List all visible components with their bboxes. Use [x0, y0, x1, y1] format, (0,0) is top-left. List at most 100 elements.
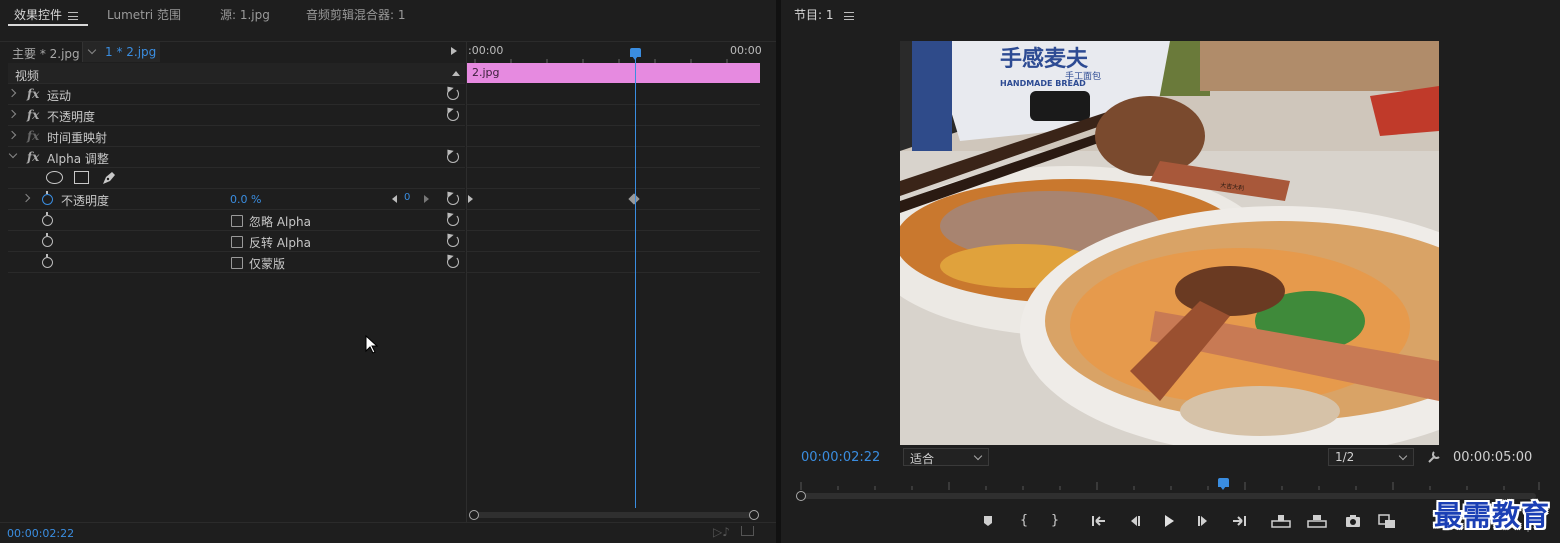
reset-icon[interactable] — [447, 214, 459, 226]
next-keyframe-icon[interactable] — [424, 195, 429, 203]
chevron-down-icon — [87, 45, 97, 55]
invert-alpha-row: 反转 Alpha — [8, 231, 465, 252]
reset-icon[interactable] — [447, 256, 459, 268]
fx-icon[interactable]: fx — [27, 150, 39, 164]
invert-alpha-checkbox[interactable] — [231, 236, 243, 248]
timeline-zoom-scrollbar[interactable] — [474, 512, 754, 518]
timeline-row — [467, 126, 760, 147]
active-tab-underline — [8, 24, 88, 26]
program-zoom-scrollbar[interactable] — [801, 493, 1536, 499]
chevron-down-icon[interactable] — [8, 149, 18, 159]
reset-icon[interactable] — [447, 235, 459, 247]
comparison-view-icon[interactable] — [1378, 513, 1396, 529]
master-clip-label[interactable]: 主要 * 2.jpg — [12, 45, 80, 62]
export-icon[interactable] — [741, 526, 754, 536]
effect-label: 时间重映射 — [47, 131, 108, 145]
extract-icon[interactable] — [1307, 513, 1327, 529]
go-to-out-icon[interactable] — [1231, 514, 1247, 528]
program-monitor-panel: 节目: 1 手感麦夫 HANDMADE BREAD 手工面包 大吉大利 00:0… — [781, 0, 1560, 543]
fx-icon: fx — [27, 129, 40, 143]
prev-keyframe-icon[interactable] — [392, 195, 397, 203]
chevron-right-icon[interactable] — [7, 130, 17, 140]
fx-icon[interactable]: fx — [27, 87, 39, 101]
ignore-alpha-checkbox[interactable] — [231, 215, 243, 227]
timeline-row — [467, 210, 760, 231]
checkbox-label: 仅蒙版 — [249, 257, 286, 271]
current-time-readout[interactable]: 00:00:02:22 — [7, 527, 74, 540]
effect-row-time-remap[interactable]: fx 时间重映射 — [7, 126, 465, 147]
program-video-frame[interactable]: 手感麦夫 HANDMADE BREAD 手工面包 大吉大利 — [900, 41, 1439, 445]
go-to-in-icon[interactable] — [1091, 514, 1107, 528]
ellipse-mask-icon[interactable] — [46, 171, 63, 184]
panel-menu-icon[interactable] — [843, 11, 854, 20]
program-current-time[interactable]: 00:00:02:22 — [801, 450, 880, 465]
alpha-opacity-row[interactable]: 不透明度 0.0 % 0 — [8, 189, 465, 210]
stopwatch-icon[interactable] — [42, 233, 53, 247]
zoom-handle-left[interactable] — [796, 491, 806, 501]
program-duration: 00:00:05:00 — [1453, 450, 1533, 465]
opacity-value[interactable]: 0.0 % — [230, 193, 261, 206]
play-icon[interactable] — [1162, 513, 1176, 529]
effect-row-opacity[interactable]: fx 不透明度 — [7, 105, 465, 126]
keyframe-diamond-icon[interactable] — [628, 193, 640, 205]
chevron-right-icon[interactable] — [7, 88, 17, 98]
effect-row-alpha-adjust[interactable]: fx Alpha 调整 — [8, 147, 465, 168]
tab-lumetri-scopes[interactable]: Lumetri 范围 — [107, 6, 181, 23]
image-text-brand: 手感麦夫 — [1000, 46, 1089, 72]
mark-in-icon[interactable]: { — [1015, 513, 1033, 529]
fit-select[interactable]: 适合 — [903, 448, 989, 466]
program-playhead-tip — [1220, 486, 1226, 490]
timeline-row — [467, 252, 760, 273]
property-label: 不透明度 — [61, 194, 110, 208]
playhead-line[interactable] — [635, 58, 636, 508]
checkbox-label: 反转 Alpha — [249, 236, 311, 250]
chevron-right-icon[interactable] — [21, 193, 31, 203]
tab-effect-controls[interactable]: 效果控件 — [14, 6, 79, 23]
reset-icon[interactable] — [447, 88, 459, 100]
reset-icon[interactable] — [447, 151, 459, 163]
step-forward-icon[interactable] — [1197, 514, 1211, 528]
add-marker-icon[interactable] — [981, 514, 995, 528]
clip-bar[interactable]: 2.jpg — [467, 63, 760, 83]
resolution-select[interactable]: 1/2 — [1328, 448, 1414, 466]
timeline-row — [467, 147, 760, 168]
export-frame-icon[interactable] — [1345, 514, 1361, 528]
mouse-cursor-icon — [365, 335, 379, 354]
chevron-right-icon[interactable] — [7, 109, 17, 119]
effect-label: Alpha 调整 — [47, 152, 109, 166]
collapse-up-icon[interactable] — [452, 71, 460, 76]
fit-select-value: 适合 — [910, 452, 935, 466]
fx-icon[interactable]: fx — [27, 108, 39, 122]
audio-scrub-icon[interactable]: ▷♪ — [713, 525, 730, 539]
lift-icon[interactable] — [1271, 513, 1291, 529]
ignore-alpha-row: 忽略 Alpha — [8, 210, 465, 231]
watermark: 最需教育 — [1434, 499, 1551, 532]
pen-mask-icon[interactable] — [100, 169, 118, 187]
zoom-handle-left[interactable] — [469, 510, 479, 520]
zoom-handle-right[interactable] — [749, 510, 759, 520]
program-time-ruler[interactable] — [794, 476, 1544, 492]
timeline-row — [467, 105, 760, 126]
reset-icon[interactable] — [447, 109, 459, 121]
stopwatch-icon[interactable] — [42, 191, 53, 205]
rectangle-mask-icon[interactable] — [74, 171, 89, 184]
tab-audio-clip-mixer[interactable]: 音频剪辑混合器: 1 — [306, 6, 406, 23]
step-back-icon[interactable] — [1127, 514, 1141, 528]
tab-source[interactable]: 源: 1.jpg — [220, 6, 270, 23]
effect-row-motion[interactable]: fx 运动 — [7, 84, 465, 105]
tab-program-monitor[interactable]: 节目: 1 — [794, 6, 854, 23]
mark-out-icon[interactable]: } — [1046, 513, 1064, 529]
sequence-clip-selector[interactable]: 1 * 2.jpg — [82, 42, 160, 62]
wrench-icon[interactable] — [1427, 450, 1441, 464]
timeline-ruler[interactable] — [467, 55, 761, 63]
keyframe-index[interactable]: 0 — [404, 192, 410, 203]
show-timeline-arrow-icon[interactable] — [451, 47, 457, 55]
premiere-window: 效果控件 Lumetri 范围 源: 1.jpg 音频剪辑混合器: 1 主要 *… — [0, 0, 1560, 543]
mask-only-checkbox[interactable] — [231, 257, 243, 269]
timeline-row — [467, 168, 760, 189]
stopwatch-icon[interactable] — [42, 212, 53, 226]
stopwatch-icon[interactable] — [42, 254, 53, 268]
timeline-row — [467, 189, 760, 210]
panel-menu-icon[interactable] — [68, 11, 79, 20]
reset-icon[interactable] — [447, 193, 459, 205]
